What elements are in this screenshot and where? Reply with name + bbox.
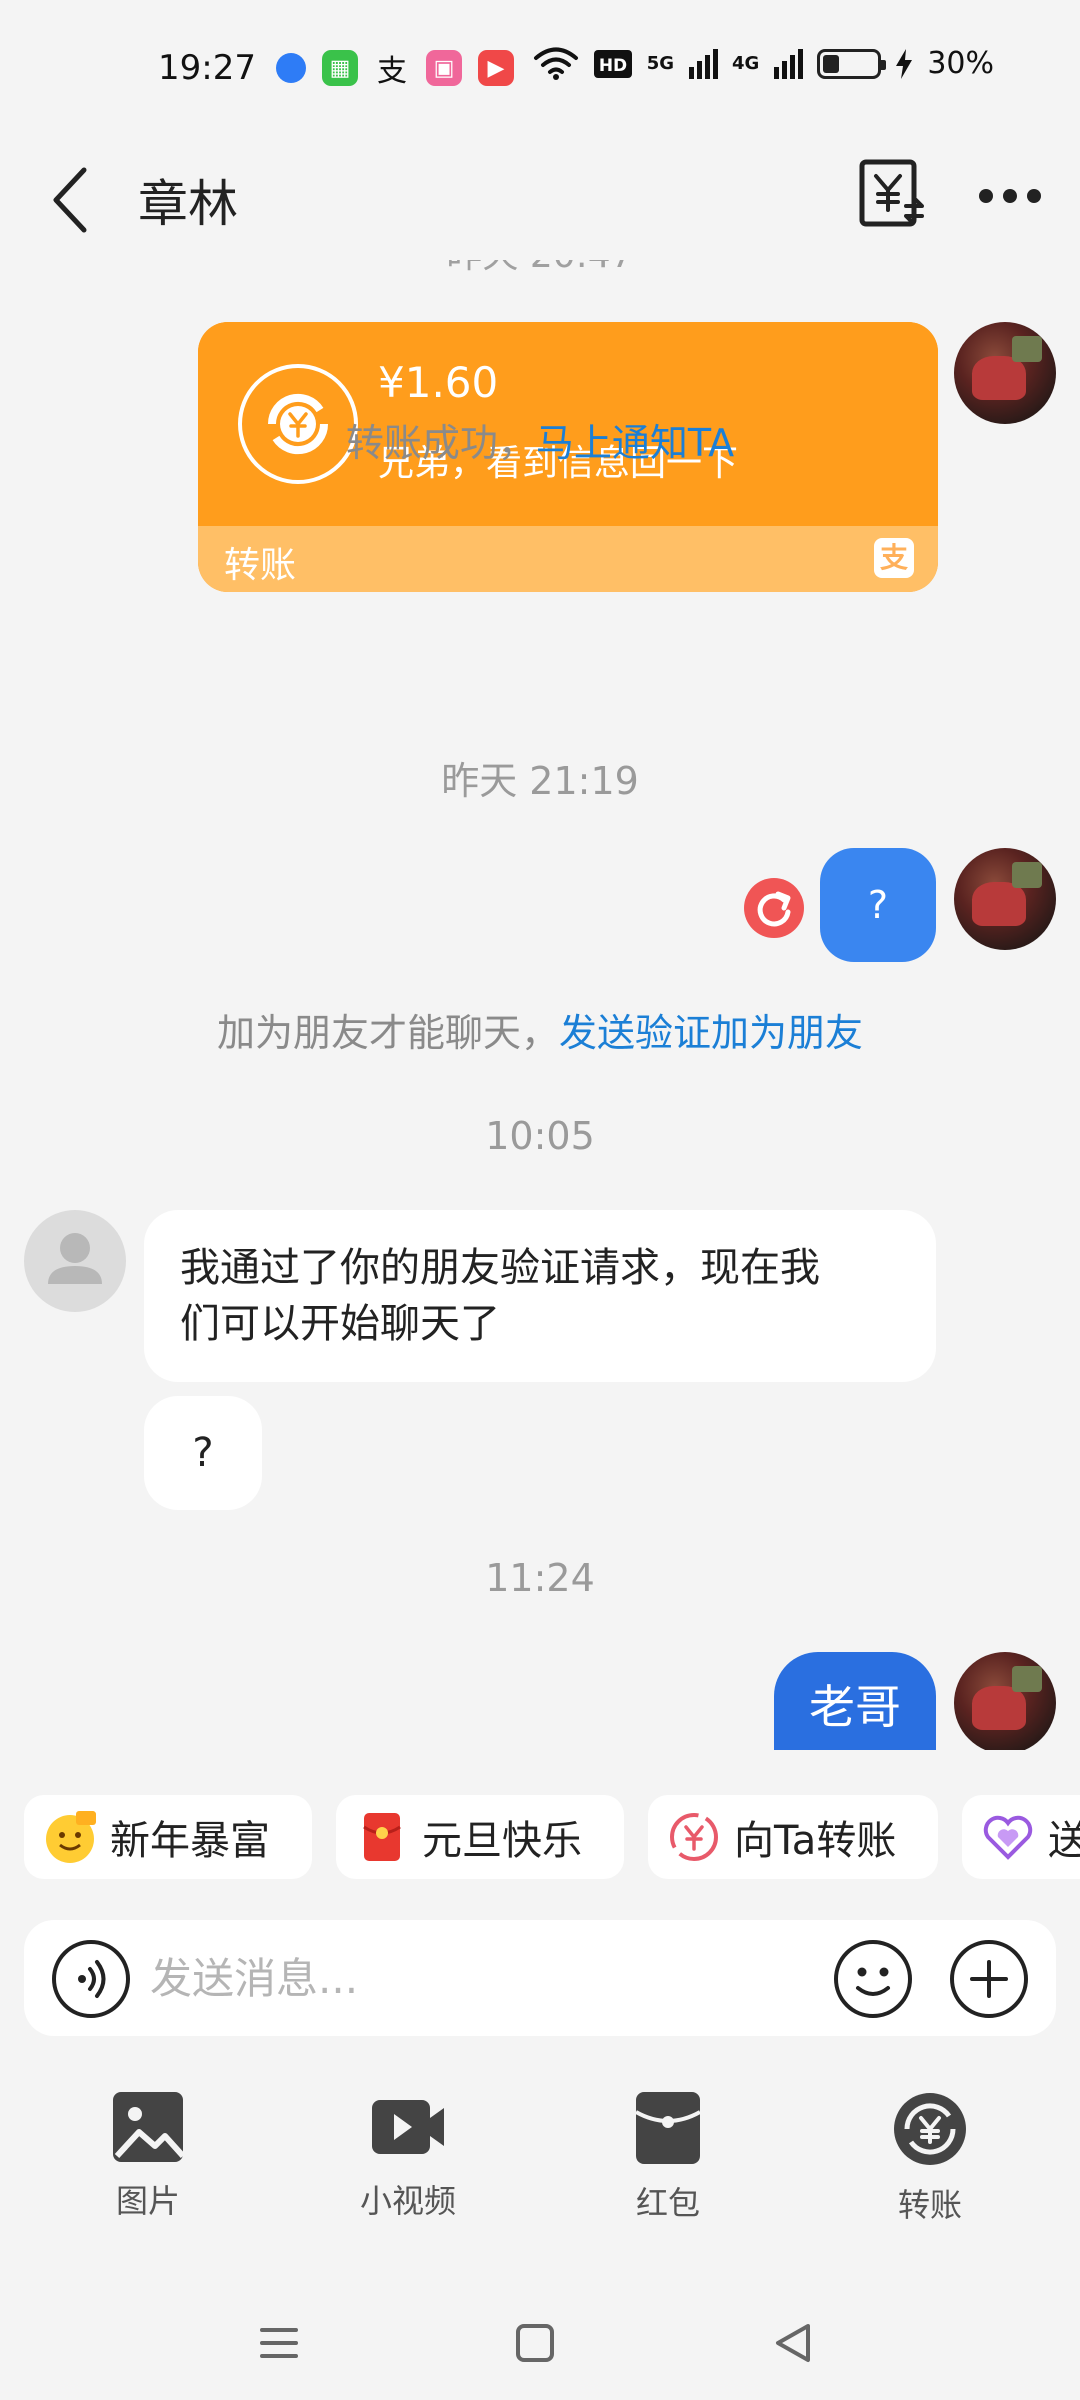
transfer-status-text: 转账成功， (345, 421, 536, 465)
transfer-circle-icon (670, 1813, 718, 1861)
resend-icon[interactable] (744, 878, 804, 938)
tool-label: 转账 (897, 2186, 962, 2224)
tool-label: 红包 (635, 2184, 700, 2222)
received-message-line-2: 们可以开始聊天了 (180, 1301, 500, 1347)
default-user-icon (48, 1233, 102, 1284)
friend-notice-line: 加为朋友才能聊天，发送验证加为朋友 (0, 1002, 1080, 1057)
voice-input-icon[interactable] (50, 1938, 132, 2020)
time-label: 11:24 (485, 1556, 595, 1600)
my-avatar[interactable] (954, 1652, 1056, 1750)
friend-notice-text: 加为朋友才能聊天， (216, 1011, 559, 1055)
notification-icons: ▦ 支 ▣ ▶ (276, 50, 514, 89)
sent-message-bubble[interactable]: ? (820, 848, 936, 962)
status-bar: 19:27 ▦ 支 ▣ ▶ HD 5G 4G 30% (0, 0, 1080, 140)
quick-chip-label: 送 (1048, 1818, 1080, 1864)
send-verification-link[interactable]: 发送验证加为朋友 (559, 1011, 863, 1055)
my-avatar[interactable] (954, 848, 1056, 950)
emoji-face-icon (46, 1811, 96, 1863)
notify-link[interactable]: 马上通知TA (536, 421, 734, 465)
signal-4g-icon: 4G (732, 52, 760, 74)
back-nav-icon[interactable] (758, 2308, 828, 2378)
chat-header: 章林 (0, 140, 1080, 260)
received-message-bubble[interactable]: ? (144, 1396, 262, 1510)
status-right: HD 5G 4G 30% (533, 46, 994, 81)
received-message-bubble[interactable]: 我通过了你的朋友验证请求，现在我 们可以开始聊天了 (144, 1210, 936, 1382)
bill-icon[interactable] (856, 154, 928, 234)
message-input-bar (24, 1920, 1056, 2036)
alipay-logo-icon: 支 (874, 538, 914, 578)
sent-message-bubble[interactable]: 老哥 (774, 1652, 936, 1750)
battery-icon (817, 48, 887, 79)
tool-image[interactable]: 图片 (58, 2090, 238, 2250)
quick-actions-row[interactable]: 新年暴富 元旦快乐 向Ta转账 送 (0, 1795, 1080, 1879)
svg-text:HD: HD (599, 56, 627, 76)
quick-chip-label: 新年暴富 (110, 1818, 270, 1864)
transfer-label: 转账 (224, 545, 297, 586)
timestamp-partial: 昨天 20:47 (0, 260, 1080, 278)
signal-5g-icon: 5G (646, 52, 674, 74)
home-nav-icon[interactable] (500, 2308, 570, 2378)
tools-row: 图片 小视频 红包 转账 (0, 2090, 1080, 2250)
more-options-icon[interactable] (976, 166, 1044, 226)
menu-nav-icon[interactable] (244, 2308, 314, 2378)
alipay-notif-icon: 支 (377, 54, 407, 89)
transfer-amount: ¥1.60 (378, 358, 499, 407)
time-label: 10:05 (485, 1114, 595, 1158)
signal-bars-2-icon (774, 48, 804, 79)
transfer-status-line: 转账成功，马上通知TA (0, 412, 1080, 467)
emoji-icon[interactable] (832, 1938, 914, 2020)
tool-short-video[interactable]: 小视频 (318, 2090, 498, 2250)
contact-name: 章林 (138, 175, 238, 233)
quick-chip-new-year[interactable]: 新年暴富 (24, 1795, 312, 1879)
time-label: 昨天 21:19 (441, 759, 639, 803)
quick-chip-transfer[interactable]: 向Ta转账 (648, 1795, 938, 1879)
red-packet-icon (635, 2092, 701, 2164)
hd-icon: HD (593, 49, 632, 78)
video-app-icon: ▶ (478, 50, 514, 86)
green-app-icon: ▦ (322, 50, 358, 86)
quick-chip-gift[interactable]: 送 (962, 1795, 1080, 1879)
bilibili-app-icon: ▣ (426, 50, 462, 86)
video-icon (372, 2100, 444, 2154)
contact-avatar[interactable] (24, 1210, 126, 1312)
back-button[interactable] (44, 162, 104, 238)
quick-chip-label: 元旦快乐 (422, 1818, 582, 1864)
tool-label: 小视频 (359, 2182, 456, 2220)
my-avatar[interactable] (954, 322, 1056, 424)
battery-percent: 30% (927, 46, 994, 81)
received-message-line-1: 我通过了你的朋友验证请求，现在我 (180, 1245, 820, 1291)
image-icon (113, 2092, 185, 2162)
red-envelope-icon (363, 1813, 401, 1861)
quick-chip-new-year-greeting[interactable]: 元旦快乐 (336, 1795, 624, 1879)
charging-icon (896, 48, 913, 79)
add-more-icon[interactable] (948, 1938, 1030, 2020)
tool-transfer[interactable]: 转账 (840, 2090, 1020, 2250)
signal-bars-icon (689, 48, 718, 79)
status-time: 19:27 (158, 48, 256, 88)
chat-area[interactable]: 昨天 20:47 ¥1.60 兄弟，看到信息回一下 转账 支 转账成功，马上通知… (0, 260, 1080, 1750)
transfer-card-footer: 转账 支 (198, 526, 938, 592)
heart-gift-icon (983, 1815, 1033, 1860)
browser-app-icon (276, 53, 306, 83)
transfer-icon (894, 2093, 966, 2165)
tool-red-packet[interactable]: 红包 (578, 2090, 758, 2250)
quick-chip-label: 向Ta转账 (734, 1818, 897, 1864)
message-input[interactable] (150, 1940, 830, 2016)
wifi-icon (533, 47, 578, 80)
battery-level (823, 54, 840, 73)
system-nav-bar (0, 2290, 1080, 2400)
tool-label: 图片 (115, 2182, 180, 2220)
